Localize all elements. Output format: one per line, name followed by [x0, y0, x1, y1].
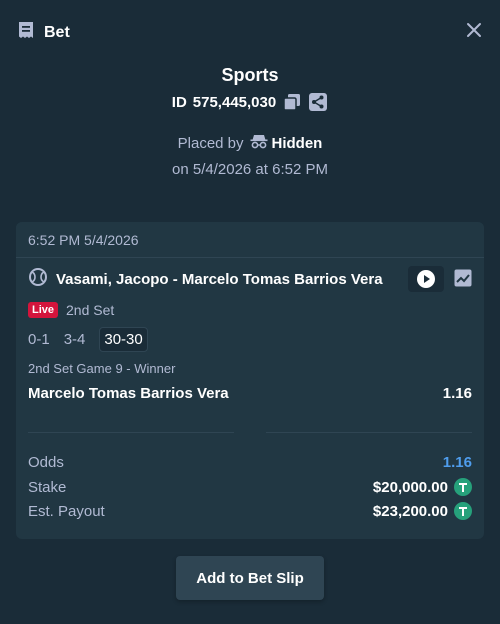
match-status-row: Live 2nd Set — [28, 302, 114, 318]
bet-card: 6:52 PM 5/4/2026 Vasami, Jacopo - Marcel… — [16, 222, 484, 539]
score-games: 3-4 — [63, 331, 86, 348]
payout-label: Est. Payout — [28, 502, 105, 520]
receipt-icon — [16, 20, 36, 45]
odds-value: 1.16 — [442, 454, 472, 471]
placed-date: on 5/4/2026 at 6:52 PM — [172, 161, 328, 178]
placed-by-row: Placed by Hidden — [0, 133, 500, 153]
live-badge: Live — [28, 302, 59, 318]
bet-id-value: 575,445,030 — [192, 93, 277, 111]
divider — [266, 432, 472, 433]
odds-label: Odds — [28, 454, 64, 471]
placed-by-username: Hidden — [271, 134, 323, 152]
add-to-bet-slip-button[interactable]: Add to Bet Slip — [176, 556, 324, 600]
payout-value-group: $23,200.00 — [373, 502, 472, 520]
stake-value-group: $20,000.00 — [373, 478, 472, 496]
selection-row: Marcelo Tomas Barrios Vera 1.16 — [28, 385, 472, 402]
bet-card-timestamp: 6:52 PM 5/4/2026 — [16, 222, 484, 258]
market-name: 2nd Set Game 9 - Winner — [28, 361, 176, 376]
odds-row: Odds 1.16 — [28, 454, 472, 471]
selection-odds: 1.16 — [442, 385, 472, 402]
sport-title: Sports — [221, 65, 279, 85]
selection-name: Marcelo Tomas Barrios Vera — [28, 385, 229, 402]
score-sets: 0-1 — [28, 331, 50, 348]
placed-by-user: Hidden — [250, 133, 323, 153]
bet-id-row: ID 575,445,030 — [0, 92, 500, 112]
tether-icon — [454, 478, 472, 496]
score-row: 0-1 3-4 30-30 — [28, 327, 148, 352]
match-period: 2nd Set — [66, 302, 115, 318]
match-name[interactable]: Vasami, Jacopo - Marcelo Tomas Barrios V… — [56, 271, 383, 288]
live-stream-button[interactable] — [408, 266, 444, 292]
incognito-icon — [250, 133, 268, 153]
bet-id-label: ID — [171, 93, 187, 111]
payout-row: Est. Payout $23,200.00 — [28, 502, 472, 520]
modal-title: Bet — [44, 23, 70, 41]
play-icon — [417, 270, 435, 288]
score-points: 30-30 — [99, 327, 148, 352]
stake-label: Stake — [28, 478, 67, 496]
divider — [28, 432, 234, 433]
stats-chart-icon[interactable] — [454, 269, 474, 289]
share-icon[interactable] — [308, 92, 328, 112]
stake-row: Stake $20,000.00 — [28, 478, 472, 496]
modal-header: Bet — [0, 0, 500, 62]
placed-by-label: Placed by — [177, 134, 244, 152]
match-row[interactable]: Vasami, Jacopo - Marcelo Tomas Barrios V… — [28, 267, 383, 292]
close-icon[interactable] — [464, 20, 484, 40]
tether-icon — [454, 502, 472, 520]
stake-value: $20,000.00 — [372, 478, 448, 496]
modal-title-group: Bet — [16, 20, 70, 45]
tennis-ball-icon — [28, 267, 48, 292]
payout-value: $23,200.00 — [372, 502, 448, 520]
copy-icon[interactable] — [282, 92, 302, 112]
